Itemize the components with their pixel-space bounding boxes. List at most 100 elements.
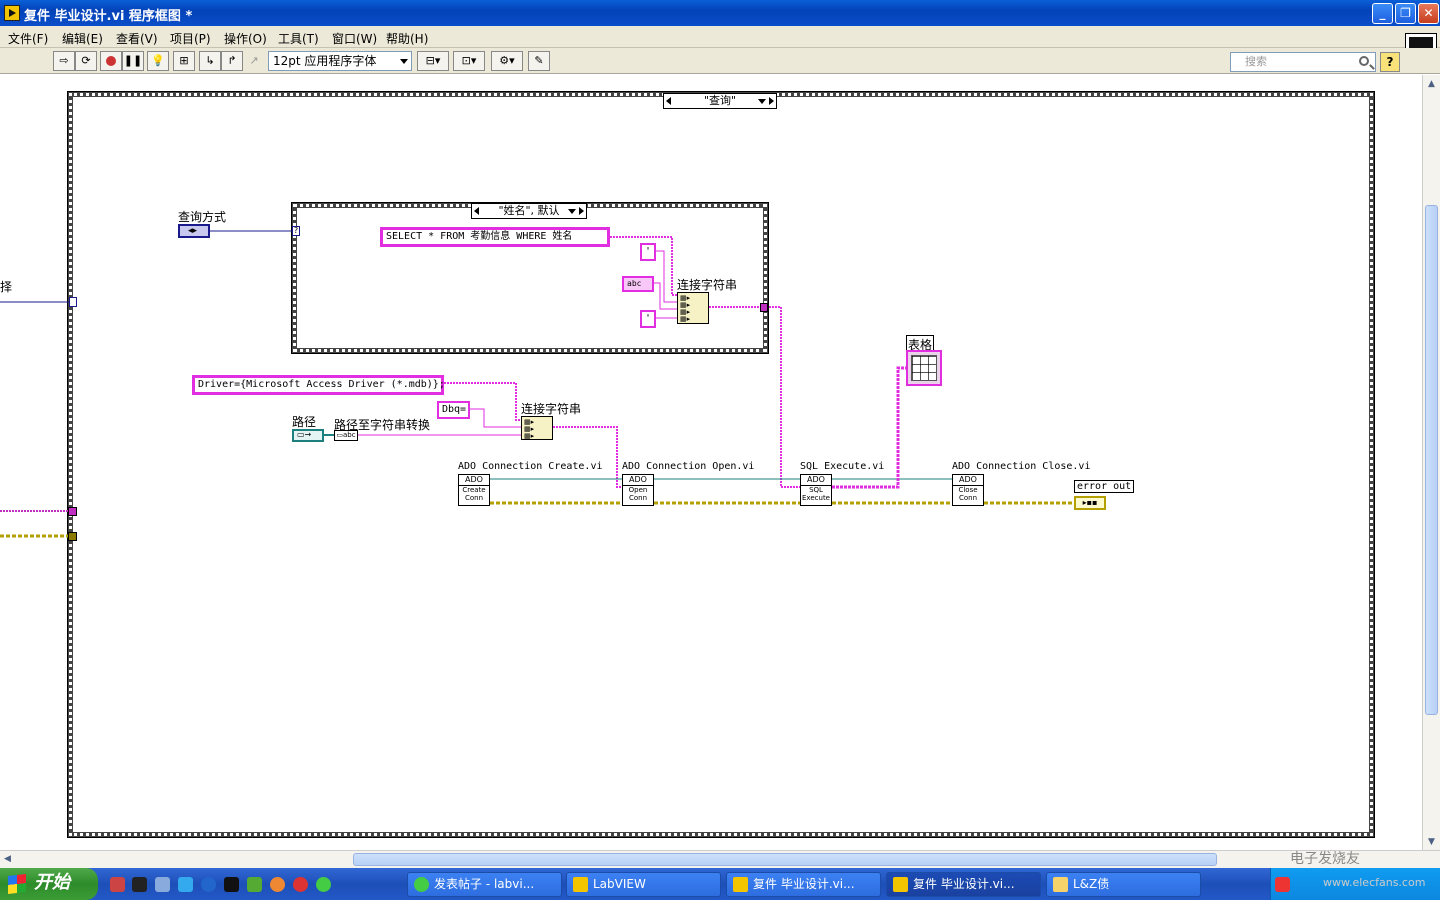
table-indicator[interactable] — [906, 350, 942, 386]
quicklaunch-icon-3[interactable] — [155, 877, 170, 892]
reorder-icon[interactable]: ⚙▾ — [491, 51, 523, 71]
query-mode-label: 查询方式 — [178, 210, 227, 224]
task-vi-block-diagram[interactable]: 复件 毕业设计.vi... — [886, 872, 1041, 897]
pause-icon[interactable]: ❚❚ — [122, 51, 144, 71]
minimize-button[interactable]: _ — [1372, 3, 1393, 24]
task-vi-front-panel[interactable]: 复件 毕业设计.vi... — [726, 872, 881, 897]
font-select[interactable]: 12pt 应用程序字体 — [268, 51, 412, 71]
run-continuously-icon[interactable]: ⟳ — [75, 51, 97, 71]
dbq-string-constant[interactable]: Dbq= — [437, 401, 470, 419]
quicklaunch-icon-10[interactable] — [316, 877, 331, 892]
scroll-down-icon[interactable]: ▼ — [1428, 837, 1435, 847]
search-icon[interactable] — [1359, 56, 1369, 66]
labview-icon[interactable] — [224, 877, 239, 892]
menu-help[interactable]: 帮助(H) — [386, 30, 428, 47]
quicklaunch-icon-4[interactable] — [178, 877, 193, 892]
title-bar: 复件 毕业设计.vi 程序框图 * _ ❐ ✕ — [0, 0, 1440, 26]
toolbar: ⇨ ⟳ ❚❚ 💡 ⊞ ↳ ↱ ↗ 12pt 应用程序字体 ⊟▾ ⊡▾ ⚙▾ ✎ — [0, 48, 1440, 74]
step-into-icon[interactable]: ↳ — [199, 51, 221, 71]
browser-icon — [414, 877, 429, 892]
ado-connection-close-subvi[interactable]: ADO Close Conn — [952, 474, 984, 506]
task-folder[interactable]: L&Z债 — [1046, 872, 1201, 897]
ado-connection-open-subvi[interactable]: ADO Open Conn — [622, 474, 654, 506]
inner-case-selector-terminal[interactable]: ? — [292, 226, 300, 236]
abort-icon[interactable] — [100, 51, 122, 71]
menu-tools[interactable]: 工具(T) — [278, 30, 319, 47]
vi-task-icon — [733, 877, 748, 892]
menu-window[interactable]: 窗口(W) — [332, 30, 377, 47]
vertical-scrollbar[interactable]: ▲ ▼ — [1422, 75, 1440, 850]
driver-string-constant[interactable]: Driver={Microsoft Access Driver (*.mdb)}… — [192, 375, 445, 395]
menu-edit[interactable]: 编辑(E) — [62, 30, 103, 47]
menu-bar: 文件(F) 编辑(E) 查看(V) 项目(P) 操作(O) 工具(T) 窗口(W… — [0, 26, 1440, 48]
quicklaunch-icon-1[interactable] — [110, 877, 125, 892]
abc-indicator[interactable]: abc — [622, 276, 654, 292]
watermark-sub-text: www.elecfans.com — [1323, 876, 1426, 889]
concat-label-1: 连接字符串 — [677, 278, 738, 292]
sql-string-constant[interactable]: SELECT * FROM 考勤信息 WHERE 姓名 — [380, 227, 610, 247]
quote-constant-2[interactable]: ' — [640, 310, 656, 328]
taskbar: 开始 发表帖子 - labvi... LabVIEW 复件 毕业设计.vi...… — [0, 868, 1440, 900]
sql-execute-subvi[interactable]: ADO SQL Execute — [800, 474, 832, 506]
horizontal-scrollbar[interactable]: ◀ — [0, 850, 1440, 868]
clean-up-diagram-icon[interactable]: ✎ — [528, 51, 550, 71]
block-diagram[interactable]: "查询" "姓名", 默认 择 查询方式 ◂▸ ? SELECT * FROM … — [0, 75, 1422, 850]
subvi-label-open: ADO Connection Open.vi — [622, 461, 755, 472]
case-selector-terminal[interactable] — [69, 297, 77, 307]
start-button[interactable]: 开始 — [0, 868, 98, 900]
windows-flag-icon — [8, 874, 26, 894]
path-to-string-node[interactable]: ▭abc — [334, 430, 358, 441]
scroll-left-icon[interactable]: ◀ — [4, 854, 11, 864]
window-title: 复件 毕业设计.vi 程序框图 * — [24, 9, 193, 24]
horizontal-scroll-thumb[interactable] — [353, 853, 1217, 866]
path-label: 路径 — [292, 415, 317, 429]
labview-task-icon — [573, 877, 588, 892]
ado-connection-create-subvi[interactable]: ADO Create Conn — [458, 474, 490, 506]
search-input[interactable]: 搜索 — [1230, 52, 1376, 72]
align-objects-icon[interactable]: ⊟▾ — [417, 51, 449, 71]
task-labview[interactable]: LabVIEW — [566, 872, 721, 897]
highlight-execution-icon[interactable]: 💡 — [147, 51, 169, 71]
left-partial-label: 择 — [0, 280, 13, 294]
quote-constant-1[interactable]: ' — [640, 243, 656, 261]
close-button[interactable]: ✕ — [1418, 3, 1439, 24]
menu-operate[interactable]: 操作(O) — [224, 30, 267, 47]
quicklaunch-icon-7[interactable] — [247, 877, 262, 892]
menu-view[interactable]: 查看(V) — [116, 30, 158, 47]
path-control[interactable]: ▭→ — [292, 429, 324, 442]
folder-icon — [1053, 877, 1068, 892]
error-out-label: error out — [1074, 480, 1135, 493]
restore-button[interactable]: ❐ — [1395, 3, 1416, 24]
inner-string-tunnel[interactable] — [760, 303, 768, 312]
system-tray: www.elecfans.com — [1270, 868, 1440, 900]
run-icon[interactable]: ⇨ — [53, 51, 75, 71]
error-out-indicator[interactable]: ▸▪▪ — [1074, 496, 1106, 510]
query-mode-enum-control[interactable]: ◂▸ — [178, 224, 210, 238]
string-tunnel[interactable] — [68, 507, 77, 516]
vi-task-icon — [893, 877, 908, 892]
subvi-label-create: ADO Connection Create.vi — [458, 461, 603, 472]
menu-file[interactable]: 文件(F) — [8, 30, 48, 47]
concat-label-2: 连接字符串 — [521, 402, 582, 416]
concatenate-strings-node-2[interactable]: ▦▸ ▦▸ ▦▸ — [521, 416, 553, 440]
watermark-text: 电子发烧友 — [1290, 851, 1360, 867]
vertical-scroll-thumb[interactable] — [1425, 205, 1438, 715]
labview-vi-icon — [4, 5, 20, 21]
subvi-label-sql: SQL Execute.vi — [800, 461, 885, 472]
ie-icon[interactable] — [201, 877, 216, 892]
concatenate-strings-node-1[interactable]: ▦▸ ▦▸ ▦▸ ▦▸ — [677, 292, 709, 324]
scroll-up-icon[interactable]: ▲ — [1428, 79, 1435, 89]
qq-icon[interactable] — [132, 877, 147, 892]
step-over-icon[interactable]: ↱ — [221, 51, 243, 71]
quicklaunch-icon-9[interactable] — [293, 877, 308, 892]
quicklaunch-icon-8[interactable] — [270, 877, 285, 892]
subvi-label-close: ADO Connection Close.vi — [952, 461, 1091, 472]
menu-project[interactable]: 项目(P) — [170, 30, 211, 47]
task-forum-post[interactable]: 发表帖子 - labvi... — [407, 872, 562, 897]
help-button[interactable]: ? — [1380, 52, 1400, 72]
error-tunnel[interactable] — [68, 532, 77, 541]
distribute-objects-icon[interactable]: ⊡▾ — [453, 51, 485, 71]
step-out-icon[interactable]: ↗ — [243, 51, 265, 71]
retain-wire-values-icon[interactable]: ⊞ — [173, 51, 195, 71]
sogou-ime-icon[interactable] — [1275, 877, 1290, 892]
